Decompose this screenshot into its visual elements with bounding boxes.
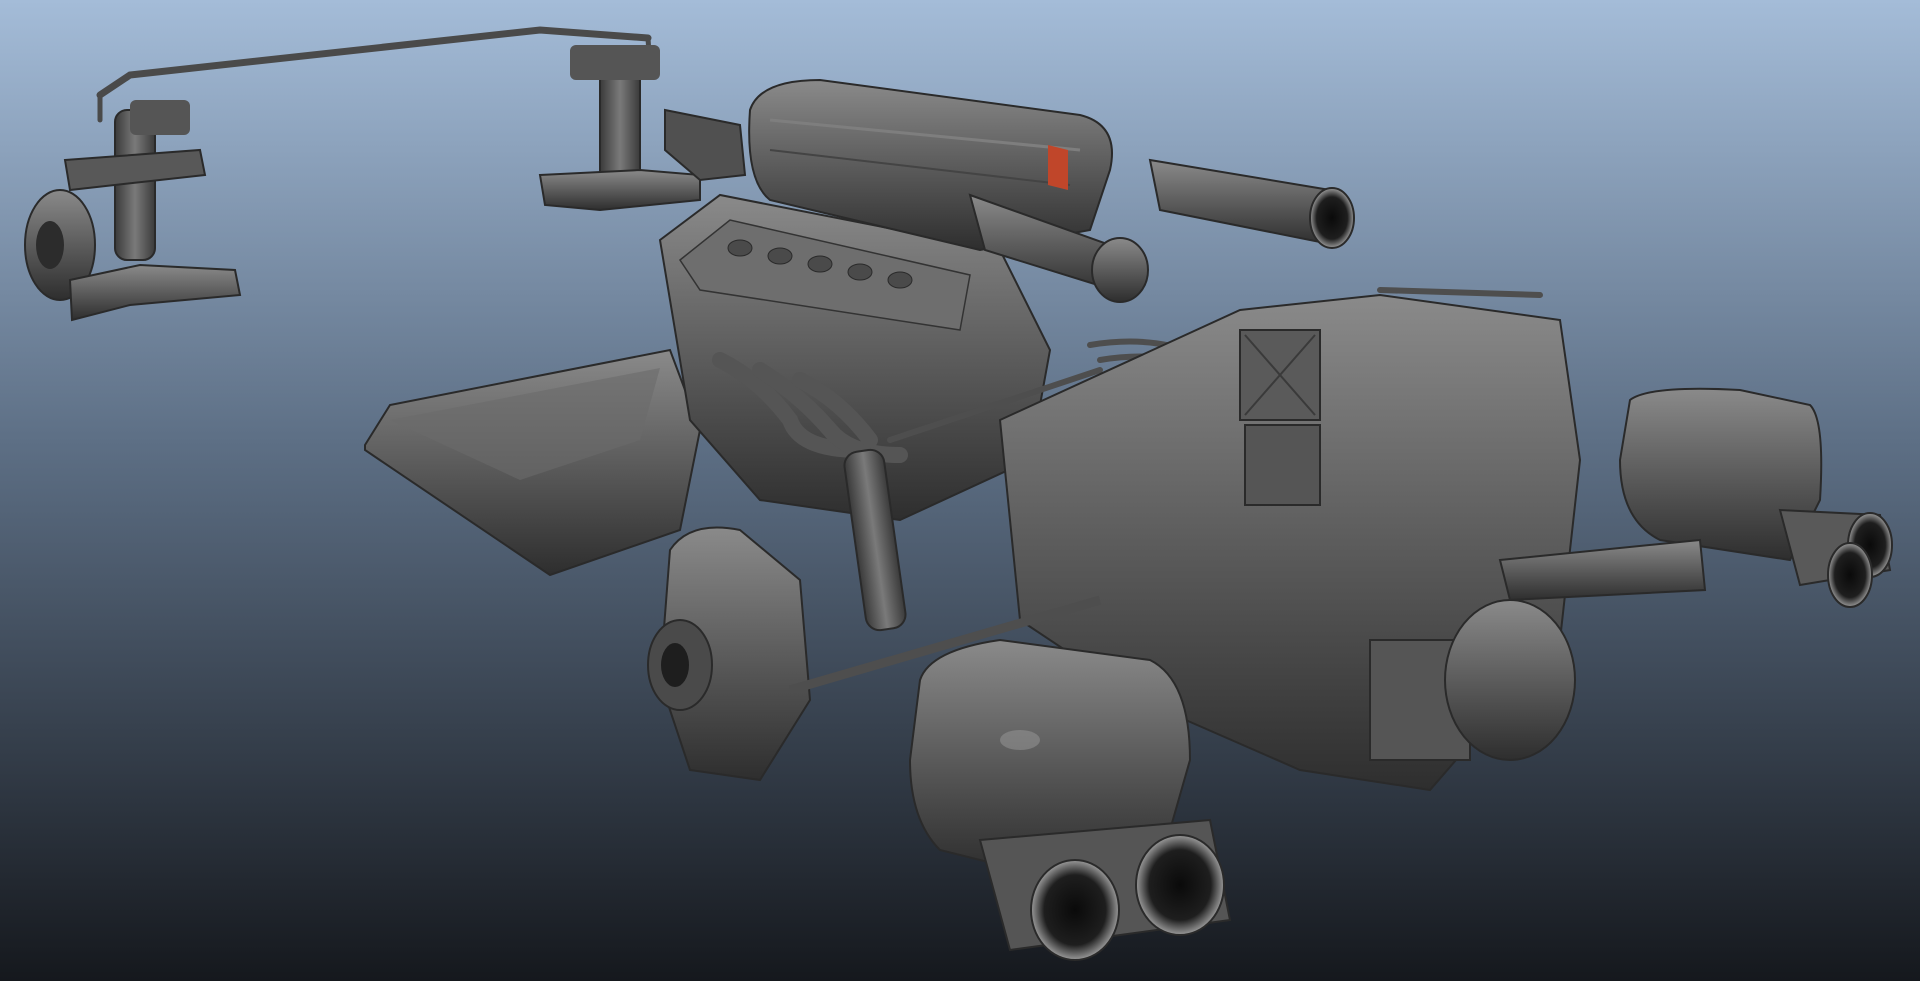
scene-render[interactable]: [0, 0, 1920, 981]
3d-viewport[interactable]: [0, 0, 1920, 981]
accent-part: [1048, 145, 1068, 190]
